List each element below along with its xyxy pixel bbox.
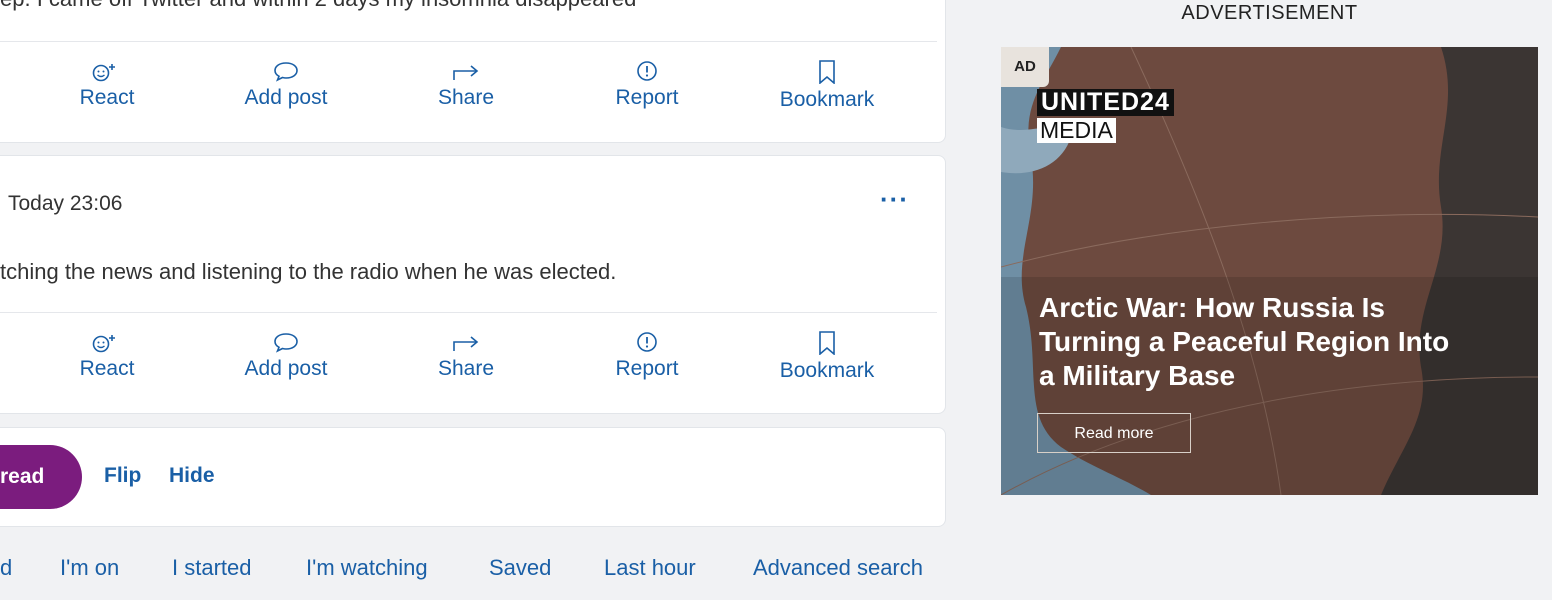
ad-brand-subtitle: MEDIA: [1037, 118, 1116, 143]
post-text: tching the news and listening to the rad…: [0, 259, 617, 284]
bookmark-icon: [819, 331, 835, 355]
bookmark-label: Bookmark: [779, 359, 875, 382]
footer-link-im-on[interactable]: I'm on: [60, 555, 119, 581]
read-thread-button[interactable]: read: [0, 445, 82, 509]
post-divider: [0, 41, 937, 42]
thread-actions-card: [0, 427, 946, 527]
footer-link[interactable]: d: [0, 555, 12, 581]
react-icon: [92, 64, 115, 82]
hide-link[interactable]: Hide: [169, 464, 215, 488]
footer-link-advanced-search[interactable]: Advanced search: [753, 555, 923, 581]
share-label: Share: [437, 86, 495, 109]
share-button[interactable]: Share: [391, 331, 541, 381]
report-icon: [637, 332, 657, 352]
report-label: Report: [615, 357, 679, 380]
react-button[interactable]: React: [32, 331, 182, 381]
add-post-icon: [274, 333, 298, 353]
react-button[interactable]: React: [32, 60, 182, 110]
report-button[interactable]: Report: [572, 60, 722, 110]
share-label: Share: [437, 357, 495, 380]
add-post-label: Add post: [244, 86, 328, 109]
bookmark-icon: [819, 60, 835, 84]
footer-link-im-watching[interactable]: I'm watching: [306, 555, 428, 581]
add-post-label: Add post: [244, 357, 328, 380]
report-label: Report: [615, 86, 679, 109]
advertisement-banner[interactable]: AD UNITED24 MEDIA Arctic War: How Russia…: [1001, 47, 1538, 495]
ad-tag: AD: [1001, 47, 1049, 87]
bookmark-button[interactable]: Bookmark: [752, 60, 902, 112]
more-options-button[interactable]: ···: [880, 184, 909, 215]
share-icon: [453, 65, 479, 80]
post-divider: [0, 312, 937, 313]
bookmark-label: Bookmark: [779, 88, 875, 111]
report-icon: [637, 61, 657, 81]
bookmark-button[interactable]: Bookmark: [752, 331, 902, 383]
add-post-button[interactable]: Add post: [211, 60, 361, 110]
post-timestamp: Today 23:06: [8, 192, 123, 215]
post-text: ep. I came off Twitter and within 2 days…: [0, 0, 636, 12]
footer-link-saved[interactable]: Saved: [489, 555, 551, 581]
share-button[interactable]: Share: [391, 60, 541, 110]
react-label: React: [79, 357, 135, 380]
add-post-button[interactable]: Add post: [211, 331, 361, 381]
add-post-icon: [274, 62, 298, 82]
footer-link-i-started[interactable]: I started: [172, 555, 251, 581]
ad-headline: Arctic War: How Russia Is Turning a Peac…: [1039, 292, 1450, 391]
share-icon: [453, 336, 479, 351]
report-button[interactable]: Report: [572, 331, 722, 381]
flip-link[interactable]: Flip: [104, 464, 141, 488]
footer-link-last-hour[interactable]: Last hour: [604, 555, 696, 581]
ad-brand-logo: UNITED24: [1037, 89, 1174, 116]
react-icon: [92, 335, 115, 353]
react-label: React: [79, 86, 135, 109]
advertisement-label: ADVERTISEMENT: [1181, 2, 1358, 24]
ad-read-more-button[interactable]: Read more: [1037, 413, 1191, 453]
